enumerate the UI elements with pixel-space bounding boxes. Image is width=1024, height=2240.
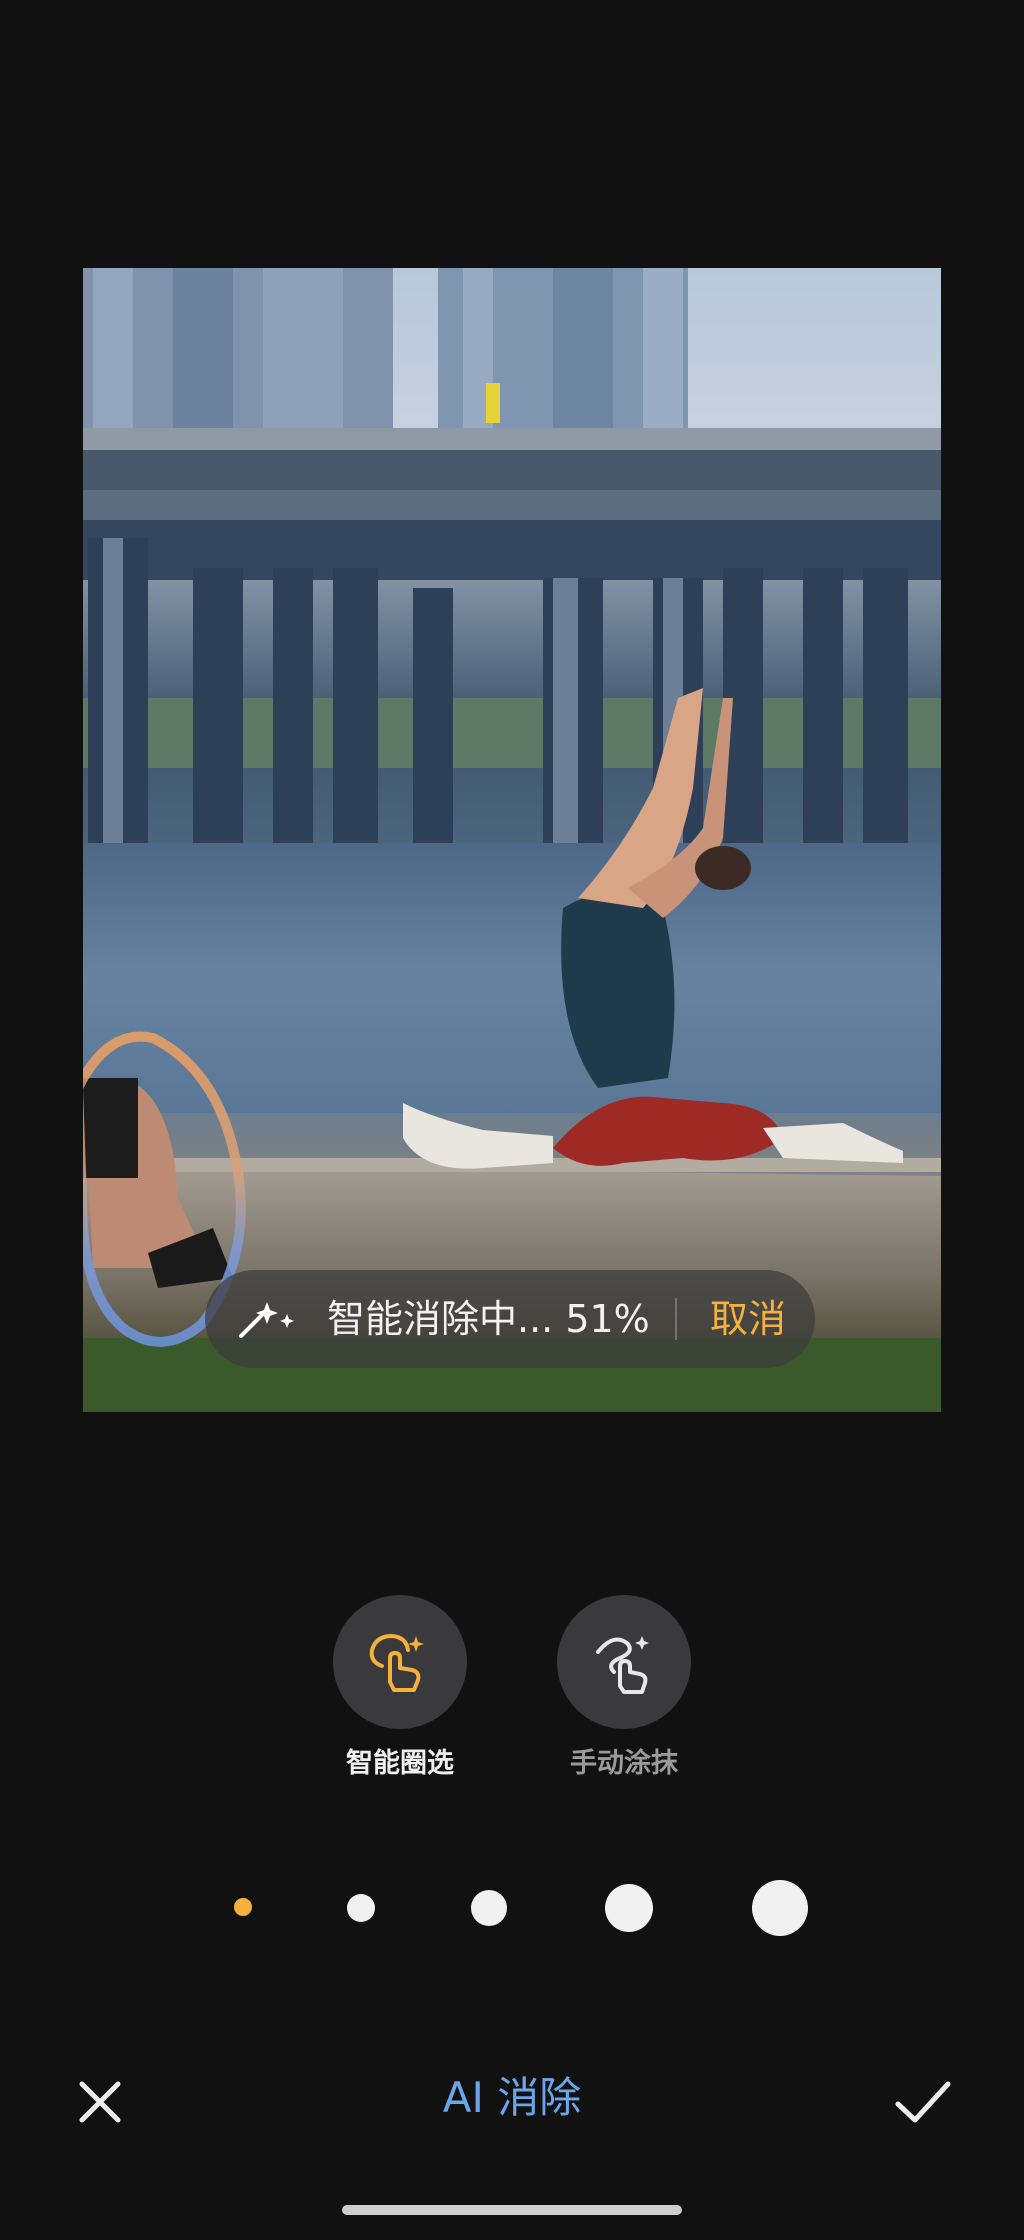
manual-brush-tool[interactable]: 手动涂抹: [544, 1595, 704, 1781]
page-title: AI 消除: [442, 2073, 582, 2122]
cancel-button[interactable]: 取消: [710, 1294, 786, 1344]
checkmark-icon[interactable]: [893, 2078, 953, 2126]
smart-select-icon: [369, 1633, 424, 1692]
home-indicator[interactable]: [342, 2205, 682, 2215]
progress-text: 智能消除中... 51%: [327, 1297, 650, 1341]
sparkle-icon: [239, 1302, 294, 1338]
brush-size-2[interactable]: [347, 1894, 375, 1922]
brush-size-3[interactable]: [471, 1890, 507, 1926]
manual-brush-label: 手动涂抹: [570, 1748, 678, 1779]
smart-select-tool[interactable]: 智能圈选: [320, 1595, 480, 1781]
brush-size-5[interactable]: [752, 1880, 808, 1936]
brush-size-4[interactable]: [605, 1884, 653, 1932]
smart-select-label: 智能圈选: [346, 1748, 454, 1779]
processing-status-bar: 智能消除中... 51% 取消: [205, 1270, 815, 1368]
manual-brush-icon: [596, 1636, 649, 1694]
photo-canvas[interactable]: [83, 268, 941, 1412]
divider: [675, 1298, 677, 1340]
manual-brush-button[interactable]: [557, 1595, 691, 1729]
photo-scene: [83, 268, 941, 1412]
brush-size-1[interactable]: [234, 1898, 252, 1916]
close-icon[interactable]: [76, 2078, 124, 2126]
smart-select-button[interactable]: [333, 1595, 467, 1729]
